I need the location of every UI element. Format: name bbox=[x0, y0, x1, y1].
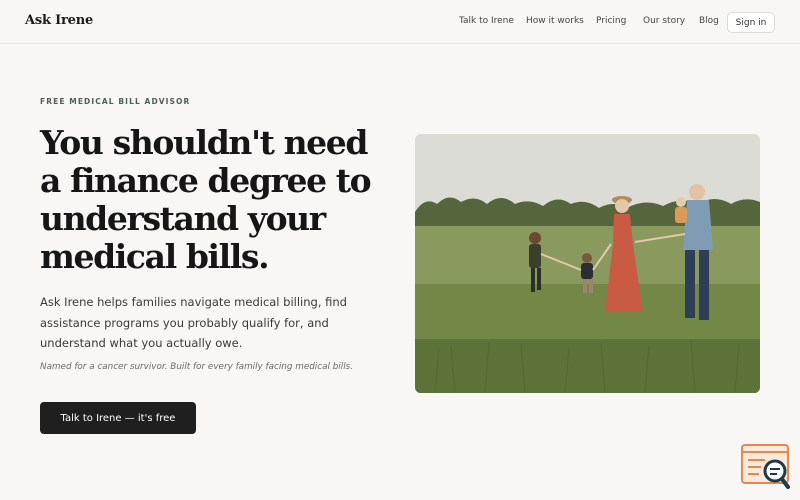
hero-eyebrow: FREE MEDICAL BILL ADVISOR bbox=[40, 97, 191, 106]
nav-talk-to-irene[interactable]: Talk to Irene bbox=[459, 16, 514, 26]
chat-search-icon[interactable] bbox=[741, 444, 791, 490]
hero-family-photo bbox=[415, 134, 760, 393]
family-photo-illustration bbox=[415, 134, 760, 393]
site-header: Ask Irene Talk to Irene How it works Pri… bbox=[0, 0, 800, 44]
hero-description: Ask Irene helps families navigate medica… bbox=[40, 295, 347, 350]
nav-how-it-works[interactable]: How it works bbox=[526, 16, 584, 26]
talk-to-irene-button[interactable]: Talk to Irene — it's free bbox=[40, 402, 196, 434]
sign-in-button[interactable]: Sign in bbox=[727, 12, 775, 33]
brand-logo[interactable]: Ask Irene bbox=[25, 13, 93, 28]
nav-blog[interactable]: Blog bbox=[699, 16, 719, 26]
nav-pricing[interactable]: Pricing bbox=[596, 16, 626, 26]
nav-our-story[interactable]: Our story bbox=[643, 16, 685, 26]
hero-headline: You shouldn't need a finance degree to u… bbox=[40, 123, 372, 276]
hero-tagline: Named for a cancer survivor. Built for e… bbox=[40, 362, 354, 372]
